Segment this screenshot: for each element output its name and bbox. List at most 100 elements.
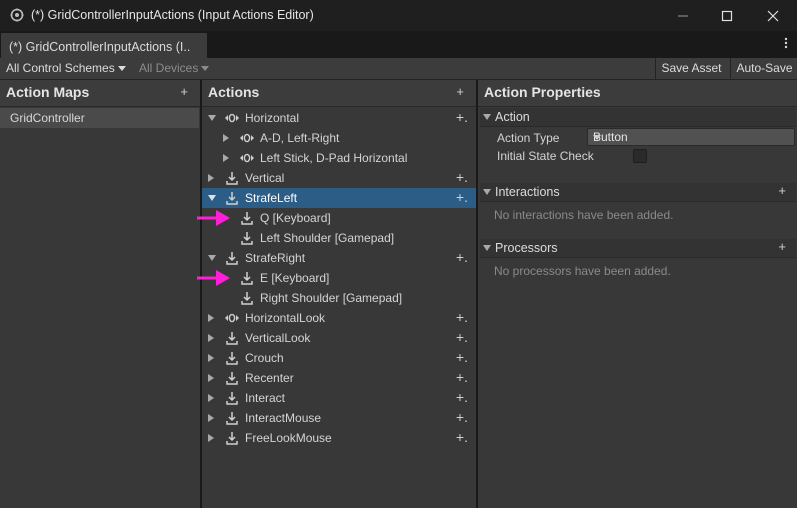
- fold-down-icon[interactable]: [208, 115, 216, 121]
- devices-label: All Devices: [139, 61, 199, 75]
- binding-icon: [226, 372, 238, 385]
- actions-title: Actions: [208, 84, 260, 100]
- add-processor-button[interactable]: +: [778, 239, 786, 254]
- action-tree-label: Right Shoulder [Gamepad]: [260, 291, 403, 305]
- action-maps-header: Action Maps +: [0, 80, 200, 107]
- add-binding-button[interactable]: +.: [456, 369, 468, 385]
- chevron-down-icon: [593, 135, 601, 140]
- minimize-button[interactable]: [660, 0, 706, 31]
- add-binding-button[interactable]: +.: [456, 349, 468, 365]
- add-binding-button[interactable]: +.: [456, 389, 468, 405]
- processors-section-header[interactable]: Processors +: [480, 239, 796, 258]
- binding-row[interactable]: Right Shoulder [Gamepad]: [202, 288, 476, 308]
- binding-icon: [226, 392, 238, 405]
- minimize-icon: [678, 15, 688, 16]
- add-binding-button[interactable]: +.: [456, 249, 468, 265]
- binding-icon: [226, 432, 238, 445]
- action-section-header[interactable]: Action: [480, 108, 796, 127]
- kebab-menu-icon[interactable]: [783, 36, 789, 50]
- action-row[interactable]: StrafeLeft +.: [202, 188, 476, 208]
- action-tree-label: HorizontalLook: [245, 311, 326, 325]
- control-schemes-label: All Control Schemes: [6, 61, 115, 75]
- action-row[interactable]: FreeLookMouse +.: [202, 428, 476, 448]
- add-binding-button[interactable]: +.: [456, 309, 468, 325]
- add-binding-button[interactable]: +.: [456, 329, 468, 345]
- chevron-down-icon: [201, 66, 210, 72]
- binding-icon: [226, 172, 238, 185]
- action-tree-label: Q [Keyboard]: [260, 211, 331, 225]
- fold-right-icon[interactable]: [208, 394, 214, 402]
- action-row[interactable]: InteractMouse +.: [202, 408, 476, 428]
- close-button[interactable]: [750, 0, 796, 31]
- fold-right-icon[interactable]: [223, 154, 229, 162]
- annotation-arrow-icon: [197, 270, 230, 286]
- binding-row[interactable]: Left Shoulder [Gamepad]: [202, 228, 476, 248]
- binding-icon: [241, 212, 253, 225]
- action-row[interactable]: Horizontal +.: [202, 108, 476, 128]
- unity-settings-icon: [10, 8, 24, 22]
- action-maps-title: Action Maps: [6, 84, 90, 100]
- action-row[interactable]: Vertical +.: [202, 168, 476, 188]
- add-binding-button[interactable]: +.: [456, 409, 468, 425]
- fold-right-icon[interactable]: [208, 434, 214, 442]
- fold-right-icon[interactable]: [208, 334, 214, 342]
- action-row[interactable]: Crouch +.: [202, 348, 476, 368]
- binding-row[interactable]: Q [Keyboard]: [202, 208, 476, 228]
- composite-icon: [225, 113, 239, 123]
- initial-state-check-label: Initial State Check: [497, 149, 594, 163]
- fold-down-icon[interactable]: [208, 195, 216, 201]
- action-row[interactable]: StrafeRight +.: [202, 248, 476, 268]
- initial-state-check-checkbox[interactable]: [633, 149, 647, 163]
- action-tree-label: Left Stick, D-Pad Horizontal: [260, 151, 408, 165]
- fold-down-icon: [483, 114, 491, 120]
- add-binding-button[interactable]: +.: [456, 429, 468, 445]
- fold-right-icon[interactable]: [208, 354, 214, 362]
- action-row[interactable]: Interact +.: [202, 388, 476, 408]
- save-asset-button[interactable]: Save Asset: [655, 58, 727, 79]
- action-tree-label: A-D, Left-Right: [260, 131, 340, 145]
- interactions-section-header[interactable]: Interactions +: [480, 183, 796, 202]
- action-row[interactable]: VerticalLook +.: [202, 328, 476, 348]
- processors-empty-text: No processors have been added.: [494, 264, 671, 278]
- annotation-arrow-icon: [197, 210, 230, 226]
- binding-row[interactable]: E [Keyboard]: [202, 268, 476, 288]
- binding-icon: [226, 192, 238, 205]
- action-tree-label: Recenter: [245, 371, 294, 385]
- add-interaction-button[interactable]: +: [778, 183, 786, 198]
- devices-dropdown[interactable]: All Devices: [139, 58, 210, 79]
- maximize-button[interactable]: [704, 0, 750, 31]
- add-binding-button[interactable]: +.: [456, 189, 468, 205]
- fold-right-icon[interactable]: [208, 374, 214, 382]
- binding-icon: [226, 412, 238, 425]
- action-row[interactable]: HorizontalLook +.: [202, 308, 476, 328]
- action-row[interactable]: Recenter +.: [202, 368, 476, 388]
- composite-icon: [225, 313, 239, 323]
- action-type-dropdown[interactable]: Button: [587, 128, 795, 146]
- tab-input-actions[interactable]: (*) GridControllerInputActions (I..: [1, 33, 207, 58]
- tab-strip: (*) GridControllerInputActions (I..: [0, 31, 797, 58]
- add-binding-button[interactable]: +.: [456, 109, 468, 125]
- binding-row[interactable]: A-D, Left-Right: [202, 128, 476, 148]
- action-tree-label: Interact: [245, 391, 286, 405]
- add-action-map-button[interactable]: +: [180, 84, 188, 99]
- composite-icon: [240, 153, 254, 163]
- composite-icon: [240, 133, 254, 143]
- binding-row[interactable]: Left Stick, D-Pad Horizontal: [202, 148, 476, 168]
- action-tree-label: E [Keyboard]: [260, 271, 330, 285]
- fold-down-icon[interactable]: [208, 255, 216, 261]
- fold-right-icon[interactable]: [208, 414, 214, 422]
- fold-right-icon[interactable]: [208, 174, 214, 182]
- control-schemes-dropdown[interactable]: All Control Schemes: [6, 58, 126, 79]
- toolbar: All Control Schemes All Devices Save Ass…: [0, 58, 797, 80]
- fold-right-icon[interactable]: [208, 314, 214, 322]
- auto-save-toggle[interactable]: Auto-Save: [730, 58, 797, 79]
- window-title: (*) GridControllerInputActions (Input Ac…: [31, 8, 314, 22]
- action-map-item[interactable]: GridController: [0, 108, 199, 128]
- tab-label: (*) GridControllerInputActions (I..: [9, 40, 191, 54]
- action-tree-label: FreeLookMouse: [245, 431, 332, 445]
- action-maps-panel: Action Maps + GridController: [0, 80, 200, 508]
- add-action-button[interactable]: +: [456, 84, 464, 99]
- interactions-empty-text: No interactions have been added.: [494, 208, 674, 222]
- fold-right-icon[interactable]: [223, 134, 229, 142]
- add-binding-button[interactable]: +.: [456, 169, 468, 185]
